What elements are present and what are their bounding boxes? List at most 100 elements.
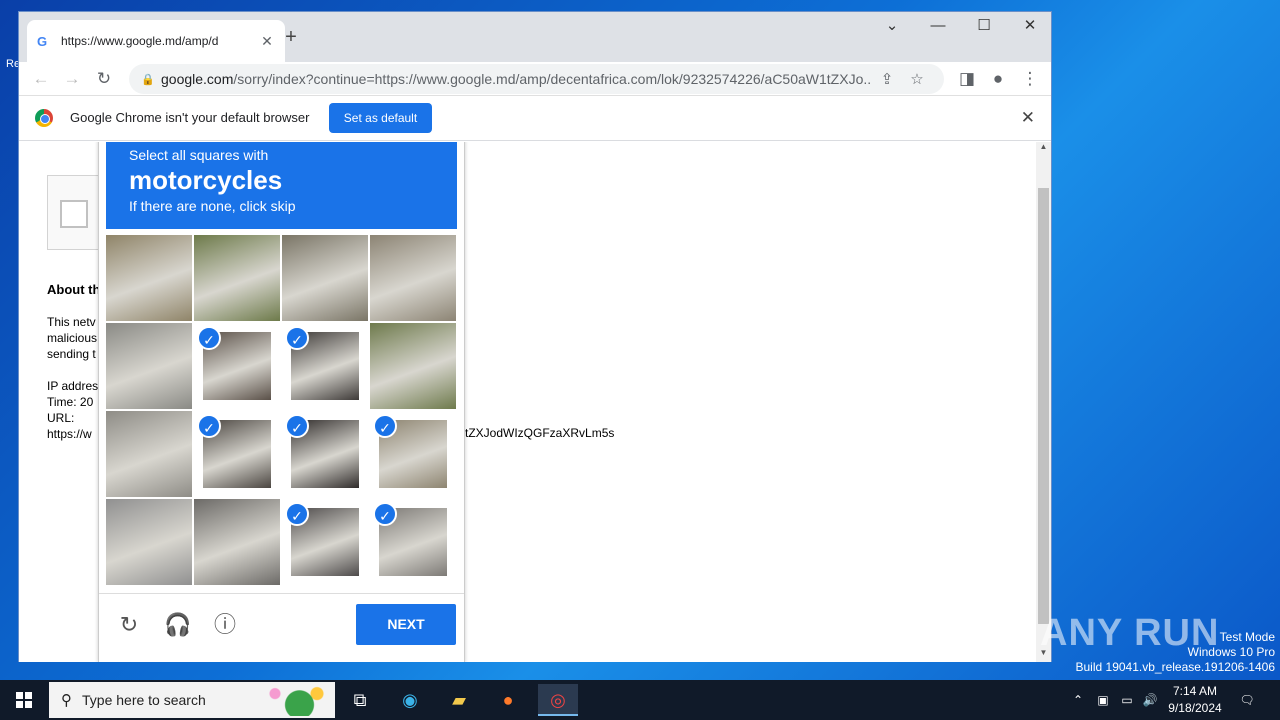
firefox-icon[interactable]: ● xyxy=(488,684,528,716)
challenge-tile[interactable] xyxy=(370,235,456,321)
task-view-icon[interactable]: ⧉ xyxy=(340,684,380,716)
challenge-tile[interactable]: ✓ xyxy=(282,323,368,409)
tab-bar: G https://www.google.md/amp/d ✕ + ⌄ — ☐ … xyxy=(19,12,1051,62)
notification-icon[interactable]: 🗨 xyxy=(1236,680,1258,720)
infobar-message: Google Chrome isn't your default browser xyxy=(70,110,310,125)
chrome-taskbar-icon[interactable]: ◎ xyxy=(538,684,578,716)
search-icon: ⚲ xyxy=(61,692,72,709)
challenge-tile[interactable]: ✓ xyxy=(370,411,456,497)
google-favicon-icon: G xyxy=(37,33,48,49)
challenge-tile[interactable]: ✓ xyxy=(370,499,456,585)
windows-watermark: Test Mode Windows 10 Pro Build 19041.vb_… xyxy=(1075,630,1276,674)
challenge-tile[interactable] xyxy=(106,323,192,409)
tile-image xyxy=(106,323,192,409)
tray-chevron-icon[interactable]: ⌃ xyxy=(1070,680,1086,720)
challenge-tile[interactable]: ✓ xyxy=(194,411,280,497)
challenge-tile[interactable]: ✓ xyxy=(282,411,368,497)
recaptcha-checkbox[interactable] xyxy=(60,200,88,228)
about-text: This netv malicious sending t IP addres … xyxy=(47,315,99,441)
tile-image xyxy=(370,323,456,409)
tray-app-icon[interactable]: ▣ xyxy=(1095,680,1111,720)
challenge-tile[interactable] xyxy=(370,323,456,409)
challenge-tile[interactable] xyxy=(106,411,192,497)
volume-icon[interactable]: 🔊 xyxy=(1141,680,1159,720)
tab-search-button[interactable]: ⌄ xyxy=(869,12,915,42)
tile-image xyxy=(106,411,192,497)
next-button[interactable]: NEXT xyxy=(356,604,456,645)
new-tab-button[interactable]: + xyxy=(277,24,305,52)
profile-avatar-icon[interactable]: ● xyxy=(986,67,1010,91)
edge-icon[interactable]: ◉ xyxy=(390,684,430,716)
taskbar-search[interactable]: ⚲ Type here to search xyxy=(49,682,335,718)
challenge-tile[interactable]: ✓ xyxy=(282,499,368,585)
tile-image xyxy=(106,499,192,585)
challenge-footer: ↻ 🎧 ⓘ NEXT xyxy=(99,593,464,662)
tile-image xyxy=(194,235,280,321)
share-icon[interactable]: ⇪ xyxy=(872,70,902,88)
browser-window: G https://www.google.md/amp/d ✕ + ⌄ — ☐ … xyxy=(18,11,1052,662)
scroll-up-icon[interactable]: ▲ xyxy=(1036,142,1051,156)
browser-toolbar: ← → ↻ 🔒 google.com/sorry/index?continue=… xyxy=(19,62,1051,96)
url-text: google.com/sorry/index?continue=https://… xyxy=(161,71,872,87)
search-placeholder: Type here to search xyxy=(82,692,206,708)
forward-arrow-icon[interactable]: → xyxy=(60,67,84,91)
challenge-tile[interactable] xyxy=(282,235,368,321)
tile-checkmark-icon: ✓ xyxy=(285,326,309,350)
tile-image xyxy=(106,235,192,321)
tab-title: https://www.google.md/amp/d xyxy=(61,34,219,48)
challenge-tile[interactable] xyxy=(106,499,192,585)
recaptcha-challenge: Select all squares with motorcycles If t… xyxy=(98,142,465,662)
tile-checkmark-icon: ✓ xyxy=(285,502,309,526)
desktop-icons-strip: Re xyxy=(0,0,20,680)
challenge-grid: ✓ ✓ ✓ ✓ ✓ ✓ ✓ xyxy=(106,235,457,586)
reload-icon[interactable]: ↻ xyxy=(92,67,116,91)
url-text-tail: tZXJodWIzQGFzaXRvLm5s xyxy=(465,426,615,440)
challenge-tile[interactable]: ✓ xyxy=(194,323,280,409)
challenge-instruction: Select all squares with xyxy=(129,147,269,163)
info-icon[interactable]: ⓘ xyxy=(212,612,238,638)
file-explorer-icon[interactable]: ▰ xyxy=(439,684,479,716)
tile-checkmark-icon: ✓ xyxy=(285,414,309,438)
browser-tab[interactable]: G https://www.google.md/amp/d ✕ xyxy=(27,20,285,62)
clock-date: 9/18/2024 xyxy=(1168,701,1222,715)
windows-logo-icon xyxy=(16,692,32,708)
bookmark-star-icon[interactable]: ☆ xyxy=(902,70,932,88)
network-icon[interactable]: ▭ xyxy=(1118,680,1136,720)
challenge-tile[interactable] xyxy=(194,235,280,321)
menu-kebab-icon[interactable]: ⋮ xyxy=(1018,67,1042,91)
infobar-close-icon[interactable]: ✕ xyxy=(1021,108,1035,128)
scroll-thumb[interactable] xyxy=(1038,188,1049,624)
page-content: About th This netv malicious sending t I… xyxy=(19,142,1037,662)
page-scrollbar[interactable]: ▲ ▼ xyxy=(1036,142,1051,662)
minimize-button[interactable]: — xyxy=(915,12,961,42)
clock-time: 7:14 AM xyxy=(1172,684,1218,698)
tile-checkmark-icon: ✓ xyxy=(373,414,397,438)
tile-image xyxy=(370,235,456,321)
reload-challenge-icon[interactable]: ↻ xyxy=(116,612,142,638)
challenge-tile[interactable] xyxy=(194,499,280,585)
default-browser-infobar: Google Chrome isn't your default browser… xyxy=(19,96,1051,141)
lock-icon[interactable]: 🔒 xyxy=(141,73,161,86)
address-bar[interactable]: 🔒 google.com/sorry/index?continue=https:… xyxy=(129,64,944,94)
tile-image xyxy=(282,235,368,321)
taskbar-clock[interactable]: 7:14 AM 9/18/2024 xyxy=(1160,683,1230,717)
tile-checkmark-icon: ✓ xyxy=(197,326,221,350)
back-arrow-icon[interactable]: ← xyxy=(29,67,53,91)
challenge-tile[interactable] xyxy=(106,235,192,321)
audio-challenge-icon[interactable]: 🎧 xyxy=(164,612,191,638)
tile-checkmark-icon: ✓ xyxy=(373,502,397,526)
tile-checkmark-icon: ✓ xyxy=(197,414,221,438)
challenge-hint: If there are none, click skip xyxy=(129,198,296,214)
taskbar: ⚲ Type here to search ⧉ ◉ ▰ ● ◎ ⌃ ▣ ▭ 🔊 … xyxy=(0,680,1280,720)
challenge-header: Select all squares with motorcycles If t… xyxy=(106,142,457,229)
side-panel-icon[interactable]: ◨ xyxy=(955,67,979,91)
tile-image xyxy=(194,499,280,585)
start-button[interactable] xyxy=(0,680,48,720)
tab-close-icon[interactable]: ✕ xyxy=(259,33,275,50)
set-as-default-button[interactable]: Set as default xyxy=(329,103,432,133)
about-heading: About th xyxy=(47,282,101,297)
chrome-logo-icon xyxy=(35,109,53,127)
search-highlight-icon xyxy=(261,684,331,716)
maximize-button[interactable]: ☐ xyxy=(961,12,1007,42)
close-window-button[interactable]: ✕ xyxy=(1007,12,1053,42)
